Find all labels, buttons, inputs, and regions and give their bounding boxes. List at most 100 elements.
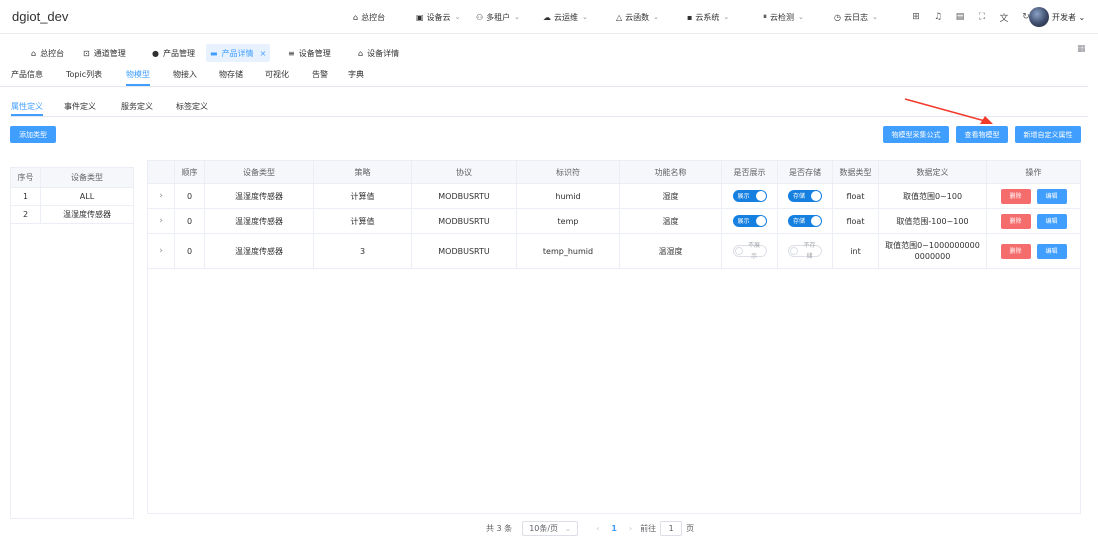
edit-button[interactable]: 编辑 — [1036, 213, 1067, 229]
home-icon: ⌂ — [353, 12, 359, 22]
topnav-item-2[interactable]: ⚇ 多租户 ⌄ — [476, 12, 520, 23]
formula-button[interactable]: 物模型采集公式 — [883, 126, 949, 143]
edit-button[interactable]: 编辑 — [1036, 188, 1067, 204]
topnav-item-7[interactable]: ◷ 云日志 ⌄ — [834, 12, 878, 23]
add-custom-property-button[interactable]: 新增自定义属性 — [1015, 126, 1081, 143]
chevron-down-icon: ⌄ — [653, 13, 660, 21]
toggle-label: 不展示 — [747, 242, 760, 260]
goto-page-input[interactable]: 1 — [660, 520, 683, 536]
store-toggle[interactable]: 存储 — [788, 190, 822, 202]
tag-label: 设备详情 — [367, 48, 400, 58]
page-size-select[interactable]: 10条/页 ⌄ — [522, 520, 579, 536]
topnav-item-0[interactable]: ⌂ 总控台 — [353, 12, 385, 23]
grid-menu-icon[interactable]: ▦ — [1077, 44, 1086, 54]
tag-1[interactable]: ⊡ 通道管理 — [79, 44, 130, 62]
tag-0[interactable]: ⌂ 总控台 — [27, 44, 68, 62]
page-number-current[interactable]: 1 — [611, 524, 617, 533]
tag-5[interactable]: ⌂ 设备详情 — [354, 44, 403, 62]
org-tree-icon[interactable]: ⊞ — [905, 12, 927, 22]
tab-3[interactable]: 物接入 — [173, 69, 197, 86]
edit-button[interactable]: 编辑 — [1036, 243, 1067, 259]
chevron-down-icon: ⌄ — [1076, 13, 1086, 22]
delete-button[interactable]: 删除 — [1000, 243, 1031, 259]
topnav-label: 云日志 — [843, 12, 868, 22]
chevron-down-icon: ⌄ — [454, 13, 461, 21]
header-tools: ⊞ ♫ ▤ ⛶ 文 ↻ — [905, 0, 1037, 34]
show-toggle[interactable]: 展示 — [732, 190, 767, 202]
cell-device-type: ALL — [79, 192, 95, 201]
topnav-item-4[interactable]: △ 云函数 ⌄ — [616, 12, 659, 23]
toggle-label: 存储 — [793, 192, 806, 200]
view-thing-model-button[interactable]: 查看物模型 — [956, 126, 1008, 143]
subtab-2[interactable]: 服务定义 — [121, 101, 153, 116]
topnav-item-5[interactable]: ▪ 云系统 ⌄ — [687, 12, 729, 23]
tab-6[interactable]: 告警 — [312, 69, 328, 86]
toggle-knob — [790, 247, 798, 255]
prev-page-icon[interactable]: ‹ — [596, 524, 599, 533]
tab-4[interactable]: 物存储 — [219, 69, 243, 86]
topnav-label: 设备云 — [426, 12, 451, 22]
close-icon[interactable]: × — [260, 49, 267, 58]
store-toggle[interactable]: 存储 — [788, 215, 822, 227]
table-row[interactable]: 2 温湿度传感器 — [11, 206, 133, 224]
show-toggle[interactable]: 展示 — [732, 215, 767, 227]
subtab-1[interactable]: 事件定义 — [64, 101, 96, 116]
tab-1[interactable]: Topic列表 — [66, 69, 102, 86]
cell-expand: › — [148, 209, 175, 233]
device-type-table: 序号 设备类型 1 ALL 2 温湿度传感器 — [10, 167, 134, 519]
delete-button[interactable]: 删除 — [1000, 213, 1031, 229]
product-icon: ● — [152, 48, 159, 58]
system-icon: ▪ — [687, 12, 693, 22]
user-menu[interactable]: 开发者 ⌄ — [1052, 12, 1085, 23]
avatar[interactable] — [1029, 7, 1049, 27]
next-page-icon[interactable]: › — [629, 524, 632, 533]
page-suffix: 页 — [686, 523, 695, 533]
cell-show: 展示 — [722, 184, 778, 208]
chevron-right-icon[interactable]: › — [159, 216, 163, 227]
toggle-label: 展示 — [737, 217, 750, 225]
table-header: 顺序 设备类型 策略 协议 标识符 功能名称 是否展示 是否存储 数据类型 数据… — [148, 161, 1080, 184]
cell-strategy: 计算值 — [314, 184, 412, 208]
page-size-value: 10条/页 — [529, 523, 559, 533]
column-header-device-type: 设备类型 — [71, 173, 103, 182]
tab-2[interactable]: 物模型 — [126, 69, 150, 86]
topnav-label: 多租户 — [486, 12, 511, 22]
tag-2[interactable]: ● 产品管理 — [148, 44, 199, 62]
bell-icon[interactable]: ♫ — [927, 12, 949, 22]
column-header-identifier: 标识符 — [517, 161, 620, 183]
translate-icon[interactable]: 文 — [993, 11, 1015, 24]
tab-0[interactable]: 产品信息 — [11, 69, 43, 86]
topnav-label: 云函数 — [625, 12, 650, 22]
subtab-3[interactable]: 标签定义 — [176, 101, 208, 116]
fullscreen-icon[interactable]: ⛶ — [971, 12, 993, 22]
annotation-arrow-head — [980, 116, 993, 124]
topnav-item-6[interactable]: ⏸ 云检测 ⌄ — [763, 12, 804, 23]
toggle-knob — [755, 191, 766, 201]
cell-data-type: float — [833, 184, 879, 208]
subtab-0[interactable]: 属性定义 — [11, 101, 43, 116]
topnav-item-1[interactable]: ▣ 设备云 ⌄ — [416, 12, 460, 23]
column-header-order: 顺序 — [175, 161, 205, 183]
chevron-right-icon[interactable]: › — [159, 191, 163, 202]
cell-operations: 删除 编辑 — [987, 234, 1080, 268]
tab-7[interactable]: 字典 — [348, 69, 364, 86]
add-type-button[interactable]: 添加类型 — [10, 126, 56, 143]
tag-4[interactable]: ≡ 设备管理 — [284, 44, 335, 62]
monitor-icon: ⏸ — [763, 12, 767, 21]
delete-button[interactable]: 删除 — [1000, 188, 1031, 204]
chevron-down-icon: ⌄ — [798, 13, 804, 21]
chevron-right-icon[interactable]: › — [159, 246, 163, 257]
cell-device-type: 温湿度传感器 — [205, 209, 314, 233]
ops-icon: ☁ — [543, 12, 551, 22]
topnav-item-3[interactable]: ☁ 云运维 ⌄ — [543, 12, 588, 23]
column-header-data-type: 数据类型 — [833, 161, 879, 183]
store-toggle[interactable]: 不存储 — [788, 242, 822, 260]
user-name: 开发者 — [1052, 13, 1076, 22]
tag-3[interactable]: ▬ 产品详情 × — [206, 44, 271, 62]
table-row[interactable]: 1 ALL — [11, 188, 133, 206]
tag-label: 总控台 — [40, 48, 65, 58]
document-icon[interactable]: ▤ — [949, 12, 971, 22]
show-toggle[interactable]: 不展示 — [732, 242, 767, 260]
cell-data-definition: 取值范围0~100 — [879, 184, 987, 208]
tab-5[interactable]: 可视化 — [265, 69, 289, 86]
